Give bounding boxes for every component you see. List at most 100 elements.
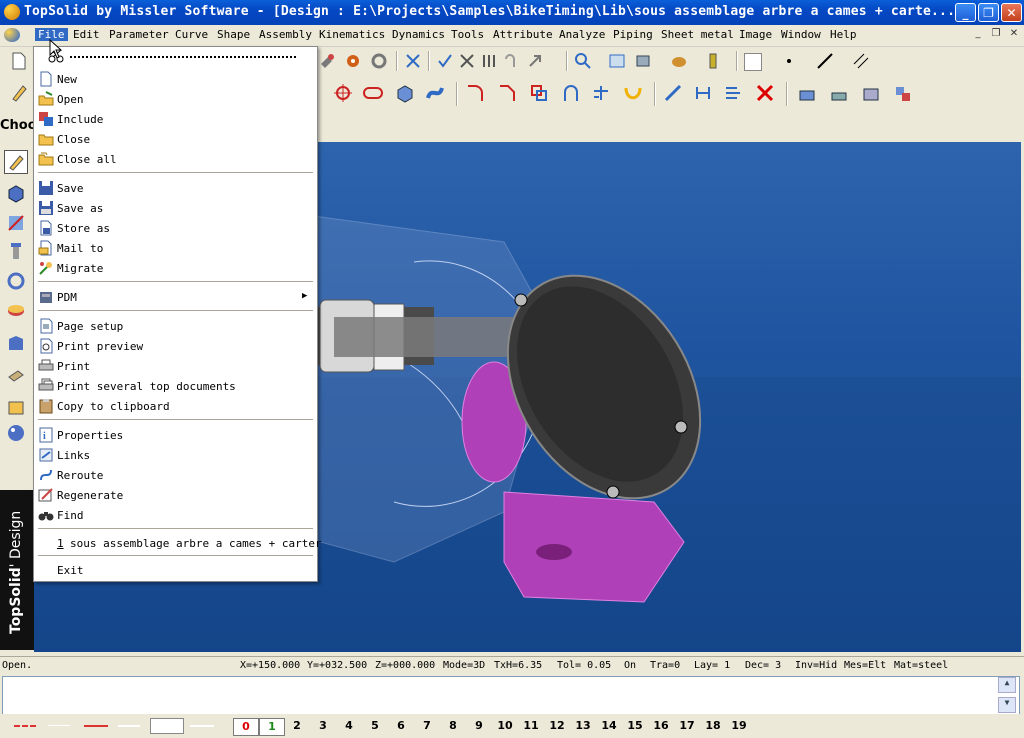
menu-image[interactable]: Image (736, 28, 775, 41)
menu-kinematics[interactable]: Kinematics (316, 28, 388, 41)
tool-redo-icon[interactable] (524, 50, 546, 72)
new-document-icon[interactable] (8, 50, 30, 72)
view-options-icon[interactable] (632, 50, 654, 72)
measure-icon[interactable] (662, 82, 684, 104)
menu-item-regenerate[interactable]: Regenerate (34, 485, 317, 505)
tool-cross-icon[interactable] (456, 50, 478, 72)
menu-tools[interactable]: Tools (448, 28, 487, 41)
layer-2[interactable]: 2 (285, 718, 309, 734)
menu-item-new[interactable]: New (34, 69, 317, 89)
menu-item-close[interactable]: Close (34, 129, 317, 149)
measure-mode[interactable]: Mes=Elt (844, 660, 886, 671)
slot-icon[interactable] (362, 82, 384, 104)
minimize-button[interactable]: _ (955, 3, 976, 22)
align-icon[interactable] (722, 82, 744, 104)
layer-16[interactable]: 16 (649, 718, 673, 734)
menu-item-print-several[interactable]: Print several top documents (34, 376, 317, 396)
on-indicator[interactable]: On (624, 660, 636, 671)
line-style-thick[interactable] (190, 725, 214, 727)
menu-item-pdm[interactable]: PDM ▶ (34, 287, 317, 307)
delete-icon[interactable] (754, 82, 776, 104)
menu-piping[interactable]: Piping (610, 28, 656, 41)
sweep-icon[interactable] (424, 82, 446, 104)
zoom-icon[interactable] (572, 50, 594, 72)
dimension-icon[interactable] (692, 82, 714, 104)
menu-item-page-setup[interactable]: Page setup (34, 316, 317, 336)
material-icon[interactable] (702, 50, 724, 72)
tool-undo-icon[interactable] (500, 50, 522, 72)
layer-indicator[interactable]: Lay= 1 (694, 660, 730, 671)
layer-0[interactable]: 0 (233, 718, 259, 736)
color-picker[interactable] (744, 53, 762, 71)
menu-edit[interactable]: Edit (70, 28, 103, 41)
menu-item-close-all[interactable]: Close all (34, 149, 317, 169)
menu-item-save[interactable]: Save (34, 178, 317, 198)
layer-3[interactable]: 3 (311, 718, 335, 734)
target-point-icon[interactable] (332, 82, 354, 104)
text-height[interactable]: TxH=6.35 (494, 660, 542, 671)
shape-mode-icon[interactable] (5, 182, 27, 204)
layer-17[interactable]: 17 (675, 718, 699, 734)
document-icon[interactable] (4, 28, 20, 42)
menu-assembly[interactable]: Assembly (256, 28, 315, 41)
menu-item-properties[interactable]: i Properties (34, 425, 317, 445)
sketch-mode-icon[interactable] (4, 150, 28, 174)
layer-13[interactable]: 13 (571, 718, 595, 734)
menu-item-save-as[interactable]: Save as (34, 198, 317, 218)
chamfer-icon[interactable] (496, 82, 518, 104)
tear-off-line[interactable] (70, 56, 298, 58)
hatch-style-icon[interactable] (850, 50, 872, 72)
menu-item-copy-clipboard[interactable]: Copy to clipboard (34, 396, 317, 416)
mdi-restore-button[interactable]: ❐ (988, 28, 1004, 42)
layer-19[interactable]: 19 (727, 718, 751, 734)
scroll-up-icon[interactable]: ▲ (998, 677, 1016, 693)
app-logo-icon[interactable] (4, 4, 20, 20)
point-style-icon[interactable] (778, 50, 800, 72)
zoom-window-icon[interactable] (606, 50, 628, 72)
menu-item-migrate[interactable]: Migrate (34, 258, 317, 278)
assembly-insert-icon[interactable] (796, 82, 818, 104)
tool-check-icon[interactable] (434, 50, 456, 72)
fillet-icon[interactable] (464, 82, 486, 104)
invisible-mode[interactable]: Inv=Hid (795, 660, 837, 671)
sheet-mode-icon[interactable] (5, 332, 27, 354)
maximize-button[interactable]: ❐ (978, 3, 999, 22)
spline-icon[interactable] (622, 82, 644, 104)
mdi-close-button[interactable]: ✕ (1006, 28, 1022, 42)
line-style-thin[interactable] (48, 725, 70, 726)
layer-9[interactable]: 9 (467, 718, 491, 734)
command-scrollbar[interactable]: ▲ ▼ (998, 677, 1016, 713)
curve-mode-icon[interactable] (5, 212, 27, 234)
menu-parameter[interactable]: Parameter (106, 28, 172, 41)
assembly-replace-icon[interactable] (892, 82, 914, 104)
decimals[interactable]: Dec= 3 (745, 660, 781, 671)
menu-item-include[interactable]: Include (34, 109, 317, 129)
arch-icon[interactable] (560, 82, 582, 104)
transparency[interactable]: Tra=0 (650, 660, 680, 671)
layer-18[interactable]: 18 (701, 718, 725, 734)
layer-10[interactable]: 10 (493, 718, 517, 734)
tool-hammer-icon[interactable] (316, 50, 338, 72)
line-style-icon[interactable] (814, 50, 836, 72)
layer-11[interactable]: 11 (519, 718, 543, 734)
offset-icon[interactable] (528, 82, 550, 104)
layer-1[interactable]: 1 (259, 718, 285, 736)
menu-item-mail-to[interactable]: Mail to (34, 238, 317, 258)
plate-mode-icon[interactable] (5, 364, 27, 386)
tool-gear-icon[interactable] (342, 50, 364, 72)
sketch-pencil-icon[interactable] (8, 82, 30, 104)
menu-item-find[interactable]: Find (34, 505, 317, 525)
menu-sheet-metal[interactable]: Sheet metal (658, 28, 737, 41)
layer-6[interactable]: 6 (389, 718, 413, 734)
scroll-down-icon[interactable]: ▼ (998, 697, 1016, 713)
layer-15[interactable]: 15 (623, 718, 647, 734)
menu-item-open[interactable]: Open (34, 89, 317, 109)
menu-help[interactable]: Help (827, 28, 860, 41)
mdi-minimize-button[interactable]: _ (970, 28, 986, 42)
layer-8[interactable]: 8 (441, 718, 465, 734)
box-icon[interactable] (394, 82, 416, 104)
menu-item-store-as[interactable]: Store as (34, 218, 317, 238)
layer-12[interactable]: 12 (545, 718, 569, 734)
pattern-selector[interactable] (150, 718, 184, 734)
tolerance[interactable]: Tol= 0.05 (557, 660, 611, 671)
